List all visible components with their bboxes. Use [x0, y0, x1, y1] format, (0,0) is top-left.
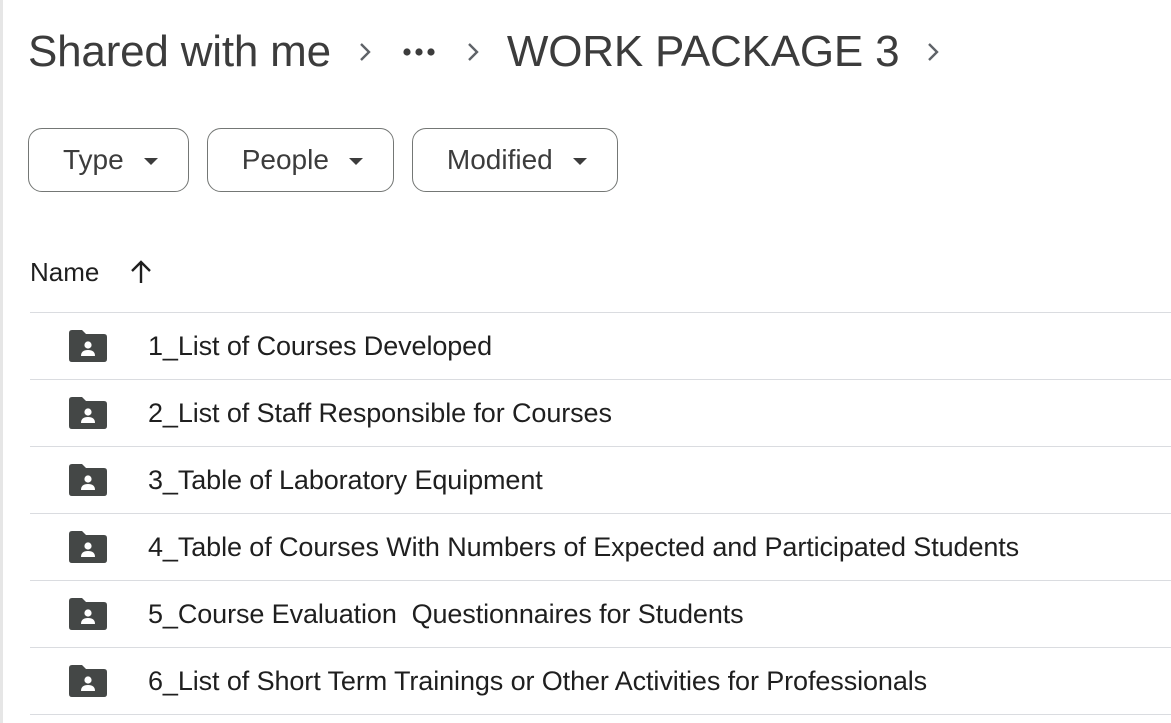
- filter-people-button[interactable]: People: [206, 128, 394, 192]
- filter-chips: Type People Modified: [28, 128, 618, 192]
- shared-folder-icon: [66, 529, 110, 565]
- file-name: 5_Course Evaluation Questionnaires for S…: [148, 598, 744, 629]
- shared-folder-icon: [66, 462, 110, 498]
- drive-folder-view: Shared with me WORK PACKAGE 3 Type Peopl…: [0, 0, 1171, 723]
- file-name: 2_List of Staff Responsible for Courses: [148, 397, 612, 428]
- arrow-drop-down-icon: [143, 158, 158, 165]
- filter-people-label: People: [241, 144, 329, 175]
- file-name: 3_Table of Laboratory Equipment: [148, 464, 543, 495]
- arrow-drop-down-icon: [572, 158, 587, 165]
- list-item[interactable]: 5_Course Evaluation Questionnaires for S…: [30, 581, 1171, 648]
- shared-folder-icon: [66, 328, 110, 364]
- more-horiz-icon[interactable]: [399, 32, 439, 72]
- file-list: 1_List of Courses Developed 2_List of St…: [30, 312, 1171, 715]
- list-item[interactable]: 4_Table of Courses With Numbers of Expec…: [30, 514, 1171, 581]
- filter-modified-button[interactable]: Modified: [411, 128, 618, 192]
- filter-modified-label: Modified: [446, 144, 553, 175]
- list-item[interactable]: 6_List of Short Term Trainings or Other …: [30, 648, 1171, 715]
- chevron-right-icon: [345, 40, 385, 64]
- breadcrumb: Shared with me WORK PACKAGE 3: [28, 22, 967, 82]
- file-name: 4_Table of Courses With Numbers of Expec…: [148, 531, 1020, 562]
- left-divider: [0, 0, 3, 723]
- shared-folder-icon: [66, 596, 110, 632]
- file-name: 6_List of Short Term Trainings or Other …: [148, 665, 928, 696]
- list-item[interactable]: 3_Table of Laboratory Equipment: [30, 447, 1171, 514]
- arrow-drop-down-icon: [348, 158, 363, 165]
- file-name: 1_List of Courses Developed: [148, 330, 493, 361]
- list-item[interactable]: 2_List of Staff Responsible for Courses: [30, 380, 1171, 447]
- column-name-header[interactable]: Name: [30, 257, 99, 288]
- shared-folder-icon: [66, 663, 110, 699]
- chevron-right-icon[interactable]: [913, 40, 953, 64]
- breadcrumb-shared-with-me[interactable]: Shared with me: [28, 27, 331, 77]
- arrow-up-icon[interactable]: [129, 259, 153, 285]
- filter-type-label: Type: [63, 144, 124, 175]
- shared-folder-icon: [66, 395, 110, 431]
- column-header: Name: [30, 250, 153, 294]
- chevron-right-icon: [453, 40, 493, 64]
- breadcrumb-current-folder[interactable]: WORK PACKAGE 3: [507, 27, 900, 77]
- list-item[interactable]: 1_List of Courses Developed: [30, 313, 1171, 380]
- filter-type-button[interactable]: Type: [28, 128, 189, 192]
